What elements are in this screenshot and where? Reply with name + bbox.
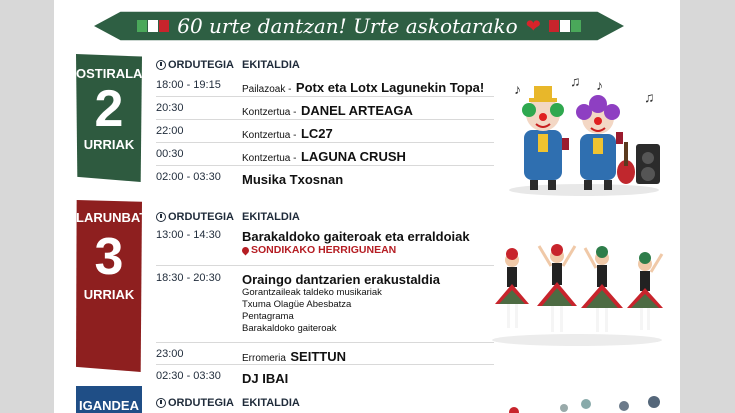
day-name: IGANDEA <box>79 398 139 413</box>
row-time: 20:30 <box>156 102 184 114</box>
sub-performer: Gorantzaileak taldeko musikariak <box>242 287 382 298</box>
row-name: SEITTUN <box>290 349 346 364</box>
row-time: 18:30 - 20:30 <box>156 272 221 284</box>
row-type: Kontzertua - <box>242 107 297 118</box>
sub-performer: Barakaldoko gaiteroak <box>242 323 337 334</box>
row-name: Potx eta Lotx Lagunekin Topa! <box>295 80 485 95</box>
banner-title: 60 urte dantzan! Urte askotarako <box>177 14 518 38</box>
schedule-row: 18:00 - 19:15 Pailazoak - Potx eta Lotx … <box>156 74 494 97</box>
location: SONDIKAKO HERRIGUNEAN <box>240 244 494 256</box>
day-month: URRIAK <box>83 287 135 302</box>
row-type: Kontzertua - <box>242 153 297 164</box>
header-time: ORDUTEGIA <box>168 59 234 71</box>
ikurrina-ribbon-icon <box>137 20 170 32</box>
row-time: 23:00 <box>156 348 184 360</box>
row-time: 18:00 - 19:15 <box>156 79 221 91</box>
row-name: Oraingo dantzarien erakustaldia <box>242 272 440 287</box>
svg-text:♪: ♪ <box>596 77 603 93</box>
schedule-saturday: ORDUTEGIA EKITALDIA 13:00 - 14:30 Baraka… <box>156 208 494 391</box>
day-number: 2 <box>94 80 124 138</box>
schedule-row: 00:30 Kontzertua - LAGUNA CRUSH <box>156 143 494 166</box>
schedule-row: 13:00 - 14:30 Barakaldoko gaiteroak eta … <box>156 226 494 266</box>
day-month: URRIAK <box>83 137 135 152</box>
row-name: Barakaldoko gaiteroak eta erraldoiak <box>242 229 470 244</box>
schedule-row: 22:00 Kontzertua - LC27 <box>156 120 494 143</box>
row-time: 02:30 - 03:30 <box>156 370 221 382</box>
row-name: DANEL ARTEAGA <box>300 103 413 118</box>
row-type: Kontzertua - <box>242 130 297 141</box>
svg-text:♪: ♪ <box>514 81 521 97</box>
row-name: Musika Txosnan <box>242 172 344 187</box>
clock-icon <box>156 398 166 408</box>
row-time: 13:00 - 14:30 <box>156 229 221 241</box>
dancers-illustration-icon <box>492 244 664 346</box>
day-box-saturday: LARUNBATA 3 URRIAK <box>76 200 142 372</box>
clowns-illustration-icon: ♪ ♫ ♪ ♫ <box>509 73 660 196</box>
day-name: LARUNBATA <box>76 210 156 225</box>
title-banner: 60 urte dantzan! Urte askotarako ❤ <box>94 11 624 41</box>
schedule-header: ORDUTEGIA EKITALDIA <box>156 56 494 74</box>
schedule-row: 23:00 Erromeria SEITTUN <box>156 343 494 365</box>
day-name: OSTIRALA <box>76 66 143 81</box>
sub-performer: Pentagrama <box>242 311 294 322</box>
clock-icon <box>156 212 166 222</box>
row-name: DJ IBAI <box>242 371 289 386</box>
schedule-sunday: ORDUTEGIA EKITALDIA <box>156 394 494 412</box>
schedule-friday: ORDUTEGIA EKITALDIA 18:00 - 19:15 Pailaz… <box>156 56 494 189</box>
clock-icon <box>156 60 166 70</box>
schedule-header: ORDUTEGIA EKITALDIA <box>156 208 494 226</box>
header-activity: EKITALDIA <box>242 59 300 71</box>
row-name: LAGUNA CRUSH <box>300 149 406 164</box>
schedule-row: 02:30 - 03:30 DJ IBAI <box>156 365 494 391</box>
day-number: 3 <box>94 228 124 286</box>
location-label: SONDIKAKO HERRIGUNEAN <box>251 244 397 256</box>
location-pin-icon <box>240 245 251 255</box>
svg-text:♫: ♫ <box>644 89 655 105</box>
row-type: Pailazoak - <box>242 84 292 95</box>
row-time: 02:00 - 03:30 <box>156 171 221 183</box>
heart-icon: ❤ <box>525 15 541 36</box>
schedule-row: 18:30 - 20:30 Oraingo dantzarien erakust… <box>156 266 494 343</box>
sub-performer: Txuma Olagüe Abesbatza <box>242 299 352 310</box>
ikurrina-ribbon-icon-right <box>548 20 581 32</box>
header-activity: EKITALDIA <box>242 397 300 409</box>
schedule-row: 02:00 - 03:30 Musika Txosnan <box>156 166 494 189</box>
header-time: ORDUTEGIA <box>168 211 234 223</box>
day-box-sunday: IGANDEA <box>76 386 142 413</box>
row-time: 00:30 <box>156 148 184 160</box>
row-time: 22:00 <box>156 125 184 137</box>
header-activity: EKITALDIA <box>242 211 300 223</box>
row-name: LC27 <box>300 126 333 141</box>
event-poster: 60 urte dantzan! Urte askotarako ❤ OSTIR… <box>54 0 680 413</box>
schedule-header: ORDUTEGIA EKITALDIA <box>156 394 494 412</box>
row-type: Erromeria <box>242 353 286 364</box>
schedule-row: 20:30 Kontzertua - DANEL ARTEAGA <box>156 97 494 120</box>
sunday-illustration-icon <box>509 396 660 413</box>
day-box-friday: OSTIRALA 2 URRIAK <box>76 54 142 182</box>
svg-text:♫: ♫ <box>570 73 581 89</box>
header-time: ORDUTEGIA <box>168 397 234 409</box>
